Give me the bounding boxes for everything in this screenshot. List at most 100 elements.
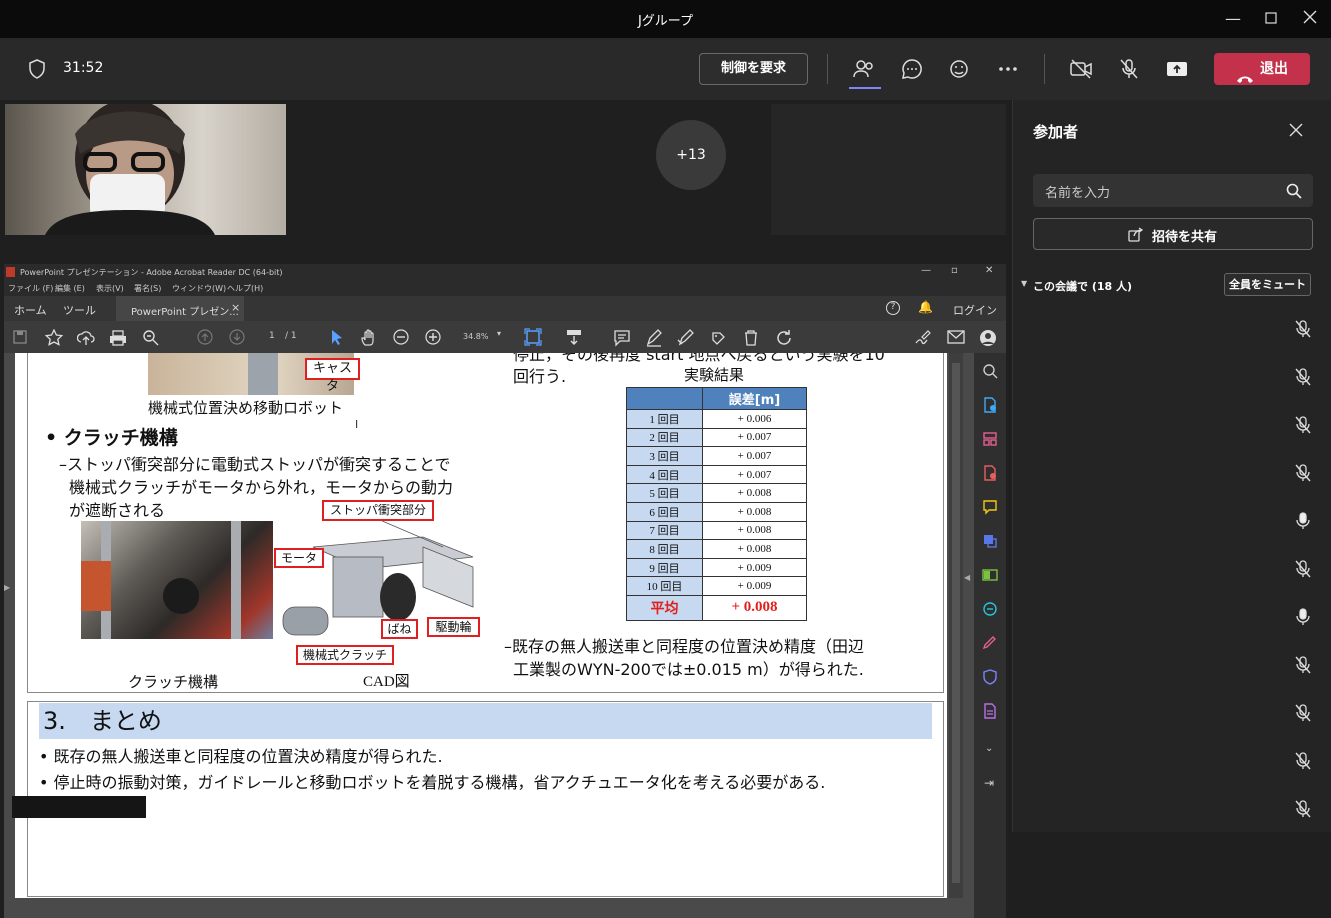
tab-home[interactable]: ホーム	[14, 302, 47, 318]
zoom-level[interactable]: 34.8%	[463, 332, 488, 341]
next-page-icon[interactable]	[229, 329, 245, 345]
comment-icon[interactable]	[613, 329, 631, 347]
combine-files-icon[interactable]	[982, 533, 998, 549]
table-row: 3 回目 + 0.007	[626, 446, 807, 466]
tab-close-icon[interactable]: ×	[231, 301, 240, 314]
login-link[interactable]: ログイン	[953, 302, 997, 318]
create-pdf-icon[interactable]	[982, 465, 998, 481]
menu-window[interactable]: ウィンドウ(W)	[172, 283, 226, 294]
summary-point-2: • 停止時の振動対策，ガイドレールと移動ロボットを着脱する機構，省アクチュエータ…	[39, 773, 826, 792]
bell-icon[interactable]: 🔔	[918, 300, 933, 314]
rotate-icon[interactable]	[775, 329, 793, 347]
close-icon[interactable]	[1299, 8, 1321, 30]
rail-expand-icon[interactable]: ⌄	[985, 743, 993, 754]
more-tools-icon[interactable]	[982, 703, 998, 719]
collapse-chevron-icon[interactable]: ▼	[1021, 279, 1027, 288]
chat-icon[interactable]	[897, 54, 927, 84]
panel-close-icon[interactable]	[1289, 123, 1303, 137]
rail-collapse-icon[interactable]: ⇥	[984, 776, 994, 790]
share-invite-button[interactable]: 招待を共有	[1033, 218, 1313, 250]
select-cursor-icon[interactable]	[330, 329, 344, 345]
request-control-button[interactable]: 制御を要求	[699, 53, 808, 85]
minimize-icon[interactable]: —	[1222, 8, 1244, 30]
zoom-dropdown-icon[interactable]: ▾	[497, 329, 501, 338]
acrobat-menu-bar: ファイル (F) 編集 (E) 表示(V) 署名(S) ウィンドウ(W) ヘルプ…	[4, 281, 1006, 296]
sign-icon[interactable]	[914, 329, 932, 347]
compare-icon[interactable]	[982, 567, 998, 583]
page-total: / 1	[285, 331, 297, 341]
mic-muted-icon	[1293, 319, 1313, 339]
scan-ocr-icon[interactable]	[982, 601, 998, 617]
rail-zoom-icon[interactable]	[982, 363, 998, 379]
tab-document-label: PowerPoint プレゼン...	[131, 307, 239, 318]
mic-off-icon[interactable]	[1114, 54, 1144, 84]
email-icon[interactable]	[947, 330, 965, 344]
search-icon[interactable]	[1286, 183, 1302, 199]
highlight-pen-icon[interactable]	[645, 329, 663, 347]
table-row: 4 回目 + 0.007	[626, 464, 807, 485]
participant-tile[interactable]	[771, 104, 1006, 235]
menu-file[interactable]: ファイル (F)	[8, 283, 53, 294]
upload-cloud-icon[interactable]	[77, 329, 95, 347]
maximize-icon[interactable]	[1260, 8, 1282, 30]
scrollbar-thumb[interactable]	[952, 363, 960, 883]
acrobat-close-icon[interactable]: ✕	[985, 265, 993, 276]
tab-document[interactable]: PowerPoint プレゼン... ×	[116, 296, 244, 321]
draw-icon[interactable]	[677, 329, 695, 347]
search-input[interactable]: 名前を入力	[1033, 174, 1313, 207]
prev-page-icon[interactable]	[197, 329, 213, 345]
user-account-icon[interactable]	[979, 329, 997, 347]
document-viewer[interactable]: ▶ ◀ キャスタ 機械式位置決め移動ロボット • クラッチ機構 –ストッパ衝突部…	[4, 353, 974, 918]
star-icon[interactable]	[45, 329, 63, 347]
hand-tool-icon[interactable]	[360, 329, 378, 347]
save-icon[interactable]	[12, 329, 28, 345]
more-options-icon[interactable]	[993, 54, 1023, 84]
row-label: 1 回目	[626, 409, 703, 429]
right-panel-toggle-icon[interactable]: ◀	[964, 573, 970, 582]
page-number-input[interactable]: 1	[269, 331, 275, 341]
participant-video[interactable]	[5, 104, 286, 235]
print-icon[interactable]	[109, 329, 127, 347]
export-pdf-icon[interactable]	[982, 397, 998, 413]
fit-page-icon[interactable]	[524, 328, 542, 346]
zoom-out-icon[interactable]	[393, 329, 409, 345]
table-row: 5 回目 + 0.008	[626, 483, 807, 503]
share-screen-icon[interactable]	[1162, 54, 1192, 84]
left-panel-toggle-icon[interactable]: ▶	[4, 583, 12, 597]
zoom-in-icon[interactable]	[425, 329, 441, 345]
tab-tools[interactable]: ツール	[63, 302, 96, 318]
menu-sign[interactable]: 署名(S)	[134, 283, 161, 294]
menu-help[interactable]: ヘルプ(H)	[227, 283, 263, 294]
menu-view[interactable]: 表示(V)	[96, 283, 124, 294]
fill-sign-icon[interactable]	[982, 635, 998, 651]
acrobat-tabs: ホーム ツール PowerPoint プレゼン... × ? 🔔 ログイン	[4, 296, 1006, 321]
acrobat-minimize-icon[interactable]: —	[921, 265, 931, 276]
stamp-icon[interactable]	[709, 329, 727, 347]
in-meeting-header[interactable]: この会議で (18 人)	[1033, 278, 1132, 294]
clutch-photo	[81, 521, 273, 639]
camera-off-icon[interactable]	[1066, 54, 1096, 84]
panel-title: 参加者	[1033, 123, 1079, 141]
leave-button[interactable]: 退出	[1214, 53, 1310, 85]
table-row: 9 回目 + 0.009	[626, 557, 807, 578]
trash-icon[interactable]	[743, 329, 759, 347]
row-label: 3 回目	[626, 446, 703, 466]
overflow-participants[interactable]: +13	[656, 120, 726, 190]
acrobat-maximize-icon[interactable]: ▫	[951, 265, 958, 276]
vertical-scrollbar[interactable]	[949, 353, 963, 898]
robot-frame	[248, 353, 278, 395]
menu-edit[interactable]: 編集 (E)	[55, 283, 85, 294]
reactions-icon[interactable]	[945, 54, 975, 84]
help-icon[interactable]: ?	[886, 301, 900, 315]
comment-tool-icon[interactable]	[982, 499, 998, 515]
scroll-mode-icon[interactable]	[565, 328, 583, 346]
row-value: + 0.008	[702, 483, 807, 503]
zoom-search-icon[interactable]	[142, 329, 160, 347]
protect-icon[interactable]	[982, 669, 998, 685]
mic-muted-icon	[1293, 703, 1313, 723]
participants-icon[interactable]	[849, 54, 879, 84]
mute-all-button[interactable]: 全員をミュート	[1224, 273, 1311, 296]
mic-muted-icon	[1293, 655, 1313, 675]
organize-pages-icon[interactable]	[982, 431, 998, 447]
row-value: + 0.007	[702, 446, 807, 466]
